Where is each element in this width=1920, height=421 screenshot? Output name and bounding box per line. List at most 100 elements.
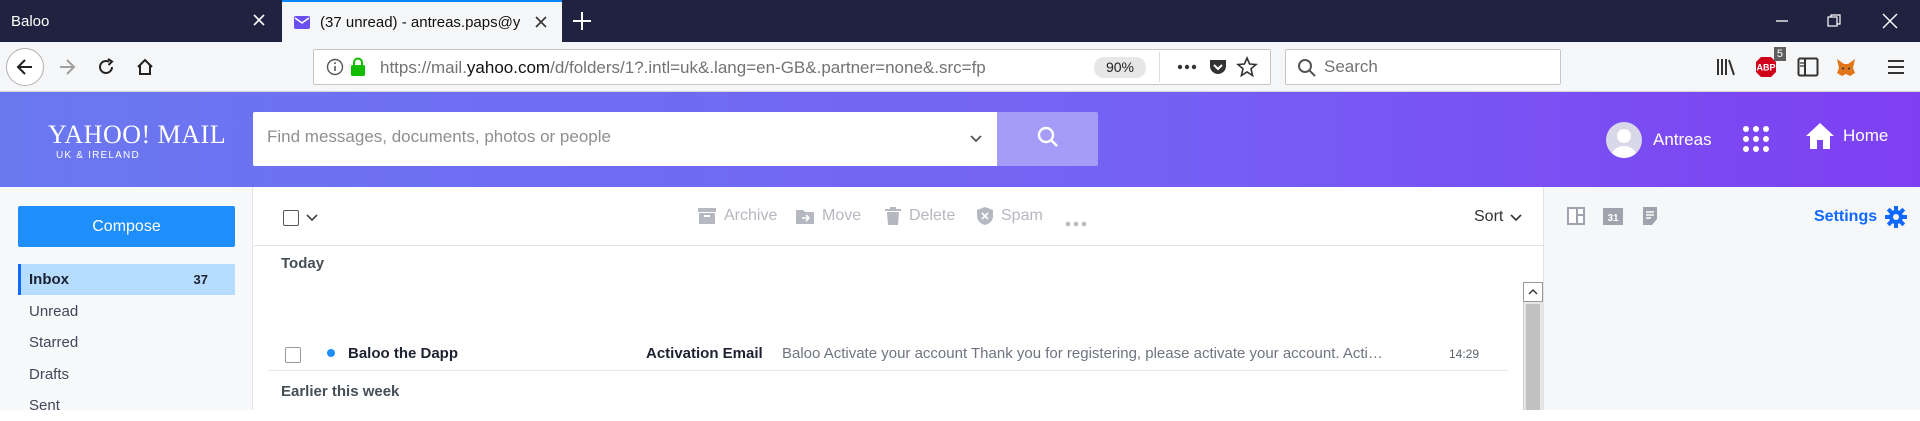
pocket-icon[interactable] [1208,57,1228,82]
page-actions-icon[interactable] [1176,57,1198,82]
archive-label: Archive [724,207,778,224]
new-tab-icon[interactable] [570,9,594,33]
adblock-count-badge: 5 [1773,47,1786,61]
info-icon[interactable] [326,58,344,81]
folder-sent[interactable]: Sent [18,390,235,421]
adblock-icon[interactable]: ABP 5 [1753,47,1786,80]
address-bar[interactable]: https://mail.yahoo.com/d/folders/1?.intl… [313,49,1271,85]
mail-search-input[interactable] [267,127,947,147]
sort-label: Sort [1474,208,1504,225]
move-folder-icon [796,210,814,224]
sidebar-toggle-icon[interactable] [1795,54,1821,80]
layout-toggle-icon[interactable] [1564,204,1588,228]
more-actions-icon[interactable] [1065,214,1087,232]
house-icon [1806,123,1834,149]
folder-inbox[interactable]: Inbox 37 [18,264,235,295]
message-row[interactable]: Baloo the Dapp Activation Email Baloo Ac… [268,339,1508,371]
mail-search-button[interactable] [997,112,1098,166]
yahoo-home-link[interactable]: Home [1805,122,1888,150]
notepad-icon[interactable] [1639,204,1663,228]
move-label: Move [822,207,862,224]
menu-hamburger-icon[interactable] [1883,54,1909,80]
chevron-down-icon [1510,214,1522,222]
home-button[interactable] [126,48,164,86]
unread-count-badge: 37 [193,272,208,287]
browser-tab-strip: Baloo (37 unread) - antreas.paps@yahoo.c… [0,0,1920,42]
close-window-icon[interactable] [1864,0,1916,42]
browser-tab-baloo[interactable]: Baloo [0,0,280,42]
sort-button[interactable]: Sort [1474,208,1523,226]
url-divider [1159,52,1160,82]
mail-search-box[interactable] [253,112,998,166]
browser-search-input[interactable] [1324,57,1544,77]
tab-title: (37 unread) - antreas.paps@yahoo.com - Y… [320,13,520,31]
move-button[interactable]: Move [795,207,861,225]
browser-search-bar[interactable] [1285,49,1561,85]
unread-dot-icon[interactable] [327,349,335,357]
select-all-checkbox[interactable] [283,210,299,226]
archive-icon [698,208,716,224]
folder-sidebar: Compose Inbox 37 Unread Starred Drafts S… [0,187,253,414]
minimize-icon[interactable] [1756,0,1808,42]
message-checkbox[interactable] [285,347,301,363]
settings-button[interactable]: Settings [1814,206,1908,228]
section-header-earlier-this-week: Earlier this week [281,383,400,400]
forward-button[interactable] [48,48,86,86]
url-host: yahoo.com [466,58,551,77]
delete-button[interactable]: Delete [884,207,955,225]
calendar-icon[interactable]: 31 [1601,204,1625,228]
message-list-pane: Archive Move Delete Spam Sort Today Balo… [254,187,1543,410]
close-tab-icon[interactable] [250,11,268,29]
user-profile-menu[interactable]: Antreas [1606,122,1712,158]
shield-icon [977,207,993,225]
message-sender: Baloo the Dapp [348,345,459,362]
scrollbar-thumb[interactable] [1526,304,1540,410]
folder-label: Inbox [29,271,69,288]
avatar [1606,122,1642,158]
logo-text: YAHOO! MAIL [48,120,227,149]
chevron-down-icon[interactable] [968,130,984,151]
apps-grid-icon[interactable] [1742,125,1770,158]
tab-title: Baloo [11,12,50,30]
folder-starred[interactable]: Starred [18,327,235,358]
archive-button[interactable]: Archive [697,207,777,225]
chevron-down-icon[interactable] [305,210,319,229]
secure-lock-icon[interactable] [350,57,366,82]
message-subject: Activation Email [646,345,763,362]
logo-region: UK & IRELAND [56,150,140,161]
message-toolbar: Archive Move Delete Spam Sort [254,187,1543,246]
folder-label: Starred [29,334,79,351]
yahoo-mail-logo[interactable]: YAHOO! MAIL UK & IRELAND [48,120,227,161]
close-tab-icon[interactable] [532,13,550,31]
gear-icon [1885,206,1908,228]
url-text[interactable]: https://mail.yahoo.com/d/folders/1?.intl… [380,58,986,78]
yahoo-mail-header: YAHOO! MAIL UK & IRELAND Antreas Home [0,92,1920,187]
url-path: /d/folders/1?.intl=uk&.lang=en-GB&.partn… [550,58,986,77]
metamask-fox-icon[interactable] [1833,54,1859,80]
user-name: Antreas [1653,130,1712,149]
back-button[interactable] [6,48,44,86]
spam-button[interactable]: Spam [976,207,1043,225]
search-icon [1297,58,1317,83]
browser-navigation-bar: https://mail.yahoo.com/d/folders/1?.intl… [0,42,1920,92]
message-snippet: Baloo Activate your account Thank you fo… [782,345,1382,362]
folder-label: Unread [29,303,79,320]
delete-label: Delete [909,207,956,224]
restore-icon[interactable] [1808,0,1860,42]
scroll-up-button[interactable] [1523,282,1543,302]
zoom-indicator[interactable]: 90% [1094,57,1146,78]
library-icon[interactable] [1714,54,1740,80]
folder-drafts[interactable]: Drafts [18,359,235,390]
section-header-today: Today [281,255,325,272]
home-label: Home [1843,126,1889,145]
bookmark-star-icon[interactable] [1236,55,1258,83]
folder-unread[interactable]: Unread [18,296,235,327]
message-time: 14:29 [1448,347,1479,361]
mail-favicon-icon [294,16,310,34]
search-icon [1036,125,1060,154]
reload-button[interactable] [87,48,125,86]
compose-button[interactable]: Compose [18,206,235,247]
folder-label: Drafts [29,366,70,383]
svg-text:ABP: ABP [1756,63,1775,73]
browser-tab-yahoo-mail[interactable]: (37 unread) - antreas.paps@yahoo.com - Y… [282,0,562,42]
